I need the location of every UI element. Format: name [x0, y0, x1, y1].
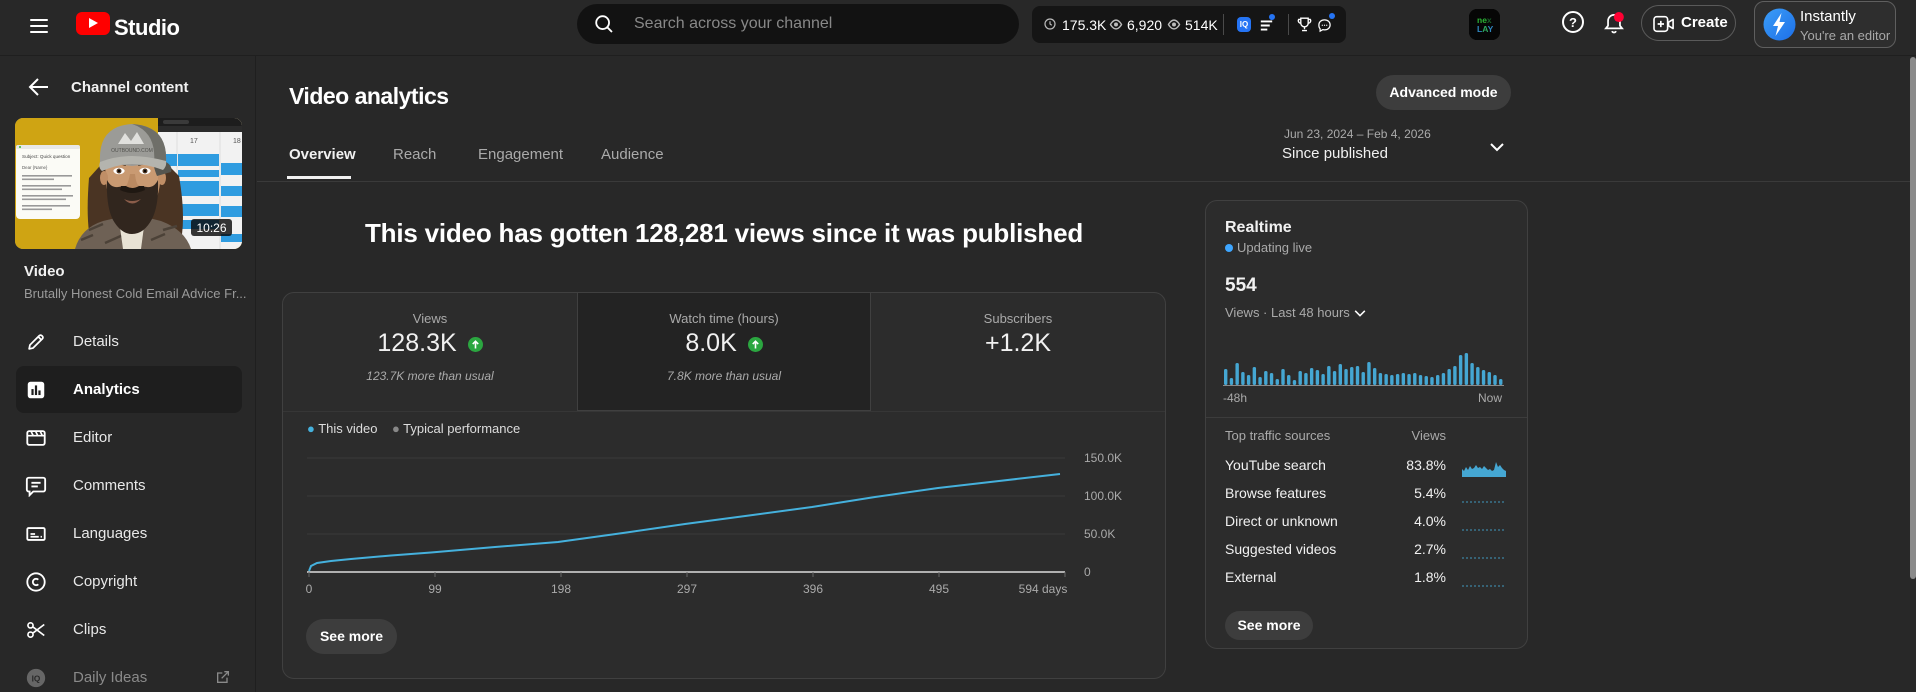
- svg-text:297: 297: [677, 582, 697, 596]
- svg-text:18: 18: [233, 138, 241, 145]
- svg-text:150.0K: 150.0K: [1084, 451, 1122, 465]
- svg-text:?: ?: [1569, 15, 1577, 30]
- svg-text:LAY: LAY: [1477, 24, 1494, 34]
- svg-text:OUTBOUND.COM: OUTBOUND.COM: [111, 148, 153, 154]
- svg-text:IQ: IQ: [32, 675, 41, 684]
- svg-text:50.0K: 50.0K: [1084, 527, 1115, 541]
- svg-text:0: 0: [306, 582, 313, 596]
- svg-text:495: 495: [929, 582, 949, 596]
- svg-text:10:26: 10:26: [196, 221, 226, 235]
- svg-text:0: 0: [1084, 565, 1091, 579]
- svg-text:Dear {Name}: Dear {Name}: [22, 165, 48, 170]
- svg-text:396: 396: [803, 582, 823, 596]
- svg-text:594 days: 594 days: [1019, 582, 1068, 596]
- svg-text:99: 99: [428, 582, 442, 596]
- svg-text:Subject: Quick question: Subject: Quick question: [22, 154, 71, 159]
- svg-text:198: 198: [551, 582, 571, 596]
- svg-text:100.0K: 100.0K: [1084, 489, 1122, 503]
- svg-text:17: 17: [190, 138, 198, 145]
